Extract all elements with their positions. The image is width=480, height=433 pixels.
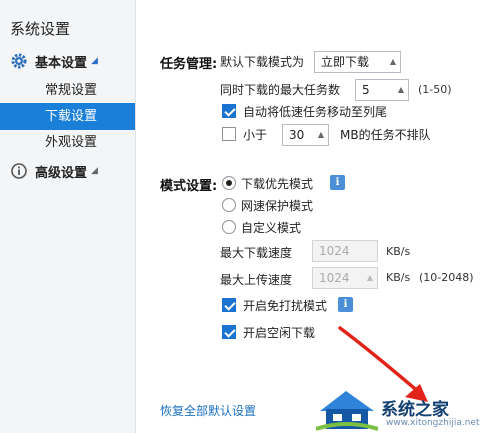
sidebar: 系统设置 基本设置 ◢ 常规设置 下载设置 外观设置 高级设置 ◢ — [0, 0, 136, 433]
watermark-text: 系统之家 — [381, 400, 449, 420]
sidebar-group-advanced[interactable]: 高级设置 ◢ — [10, 161, 98, 181]
house-logo-icon — [316, 391, 378, 431]
default-mode-value: 立即下载 — [321, 55, 370, 69]
dropdown-arrow-icon: ▲ — [366, 273, 373, 282]
max-upload-value: 1024 — [319, 271, 350, 285]
sidebar-group-label: 基本设置 — [35, 55, 88, 71]
max-download-label: 最大下载速度 — [220, 246, 293, 260]
info-icon[interactable]: i — [330, 175, 345, 190]
max-download-input[interactable]: 1024 — [312, 240, 378, 262]
radio-download-priority[interactable] — [222, 176, 236, 190]
sidebar-item-download[interactable]: 下载设置 — [0, 103, 135, 130]
info-circle-icon — [11, 163, 27, 179]
dropdown-arrow-icon: ▲ — [389, 57, 396, 66]
max-tasks-select[interactable]: 5 ▲ — [355, 79, 409, 101]
sidebar-item-label: 下载设置 — [45, 109, 98, 124]
less-than-value: 30 — [289, 128, 305, 142]
watermark-url: www.xitongzhijia.net — [386, 418, 480, 428]
max-tasks-value: 5 — [362, 83, 370, 97]
sidebar-title: 系统设置 — [10, 20, 71, 38]
dropdown-arrow-icon: ▲ — [397, 85, 404, 94]
watermark: 系统之家 www.xitongzhijia.net — [316, 385, 480, 433]
expand-triangle-icon: ◢ — [91, 56, 98, 66]
max-upload-range: (10-2048) — [419, 271, 474, 284]
max-upload-select[interactable]: 1024 ▲ — [312, 267, 378, 289]
restore-defaults-link[interactable]: 恢复全部默认设置 — [160, 402, 256, 419]
dropdown-arrow-icon: ▲ — [317, 130, 324, 139]
sidebar-item-label: 常规设置 — [45, 83, 98, 98]
radio-network-protect-label: 网速保护模式 — [241, 199, 314, 213]
task-management-label: 任务管理: — [160, 57, 218, 72]
no-disturb-label: 开启免打扰模式 — [243, 299, 328, 313]
auto-move-label: 自动将低速任务移动至列尾 — [243, 105, 388, 119]
radio-custom-label: 自定义模式 — [241, 221, 302, 235]
max-upload-label: 最大上传速度 — [220, 273, 293, 287]
no-disturb-checkbox[interactable] — [222, 298, 236, 312]
no-queue-label: MB的任务不排队 — [340, 128, 431, 142]
less-than-select[interactable]: 30 ▲ — [282, 124, 329, 146]
info-icon[interactable]: i — [338, 297, 353, 312]
idle-download-label: 开启空闲下载 — [243, 326, 316, 340]
max-download-unit: KB/s — [386, 245, 411, 258]
default-mode-select[interactable]: 立即下载 ▲ — [314, 51, 401, 73]
settings-panel: 任务管理: 默认下载模式为 立即下载 ▲ 同时下载的最大任务数 5 ▲ (1-5… — [137, 0, 480, 433]
mode-settings-label: 模式设置: — [160, 179, 218, 194]
idle-download-checkbox[interactable] — [222, 325, 236, 339]
max-upload-unit: KB/s — [386, 271, 411, 284]
sidebar-item-appearance[interactable]: 外观设置 — [0, 129, 135, 156]
radio-download-priority-label: 下载优先模式 — [241, 177, 314, 191]
max-tasks-label: 同时下载的最大任务数 — [220, 83, 341, 97]
less-than-label: 小于 — [243, 128, 268, 142]
radio-custom[interactable] — [222, 220, 236, 234]
max-tasks-range: (1-50) — [418, 83, 452, 96]
sidebar-item-general[interactable]: 常规设置 — [0, 77, 135, 104]
sidebar-group-basic[interactable]: 基本设置 ◢ — [10, 51, 98, 71]
sidebar-item-label: 外观设置 — [45, 135, 98, 150]
sidebar-group-label: 高级设置 — [35, 165, 88, 181]
radio-network-protect[interactable] — [222, 198, 236, 212]
default-mode-label: 默认下载模式为 — [220, 55, 305, 69]
gear-icon — [11, 53, 27, 69]
less-than-checkbox[interactable] — [222, 127, 236, 141]
max-download-value: 1024 — [319, 244, 350, 258]
expand-triangle-icon: ◢ — [91, 166, 98, 176]
auto-move-checkbox[interactable] — [222, 104, 236, 118]
